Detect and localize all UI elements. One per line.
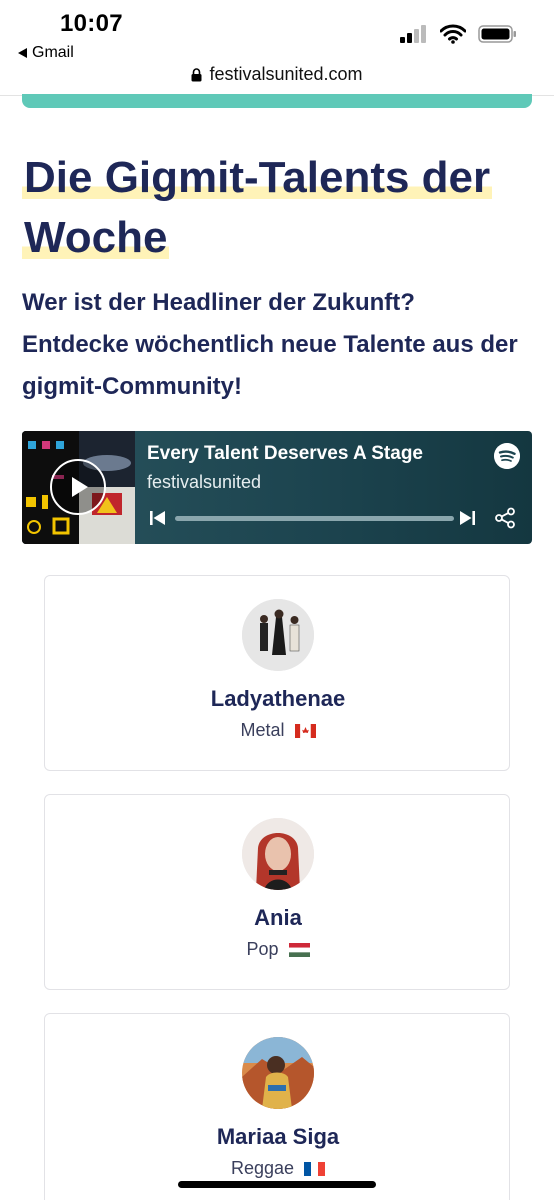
address-bar[interactable]: festivalsunited.com [0,64,554,85]
lock-icon [191,67,202,81]
genre-row: Reggae [45,1158,511,1179]
cellular-signal-icon [400,25,426,43]
battery-icon [478,25,516,43]
artist-name[interactable]: Ania [45,905,511,931]
canada-flag-icon [294,723,316,738]
page-title: Die Gigmit-Talents der Woche [22,148,522,268]
genre-label: Reggae [230,1158,295,1178]
genre-label: Pop [246,939,279,959]
band-photo [242,599,314,671]
url-text: festivalsunited.com [209,64,363,84]
talent-card[interactable]: Ania Pop [44,794,510,990]
page-title-line-1: Die Gigmit-Talents der [22,153,493,202]
talent-card[interactable]: Mariaa Siga Reggae [44,1013,510,1200]
play-icon [72,477,88,497]
avatar [242,818,314,890]
genre-label: Metal [240,720,285,740]
back-to-app-link[interactable]: Gmail [18,44,74,62]
playlist-cover-image [22,431,135,544]
artist-name[interactable]: Mariaa Siga [45,1124,511,1150]
progress-bar[interactable] [175,516,454,521]
back-app-label: Gmail [32,44,74,61]
spotify-icon[interactable] [494,443,520,469]
talent-card[interactable]: Ladyathenae Metal [44,575,510,771]
home-indicator[interactable] [178,1181,376,1188]
playback-controls [147,507,519,529]
page-title-line-2: Woche [22,213,170,262]
back-arrow-icon [18,48,27,58]
avatar [242,599,314,671]
artist-photo [242,818,314,890]
previous-track-icon[interactable] [149,509,167,527]
hungary-flag-icon [288,942,310,957]
page-subtitle: Wer ist der Headliner der Zukunft? Entde… [22,289,518,400]
artist-name[interactable]: Ladyathenae [45,686,511,712]
teal-banner-edge [22,94,532,108]
wifi-icon [440,24,466,44]
genre-row: Pop [45,939,511,960]
play-button[interactable] [50,459,106,515]
france-flag-icon [304,1161,326,1176]
clock: 10:07 [60,10,123,37]
system-icons [400,24,518,44]
genre-row: Metal [45,720,511,741]
spotify-player: Every Talent Deserves A Stage festivalsu… [22,431,532,544]
status-bar: 10:07 Gmail festivalsunited.com [0,0,554,96]
share-icon[interactable] [494,507,516,529]
avatar [242,1037,314,1109]
artist-photo [242,1037,314,1109]
track-title[interactable]: Every Talent Deserves A Stage [147,443,423,465]
track-artist[interactable]: festivalsunited [147,472,261,493]
next-track-icon[interactable] [458,509,476,527]
